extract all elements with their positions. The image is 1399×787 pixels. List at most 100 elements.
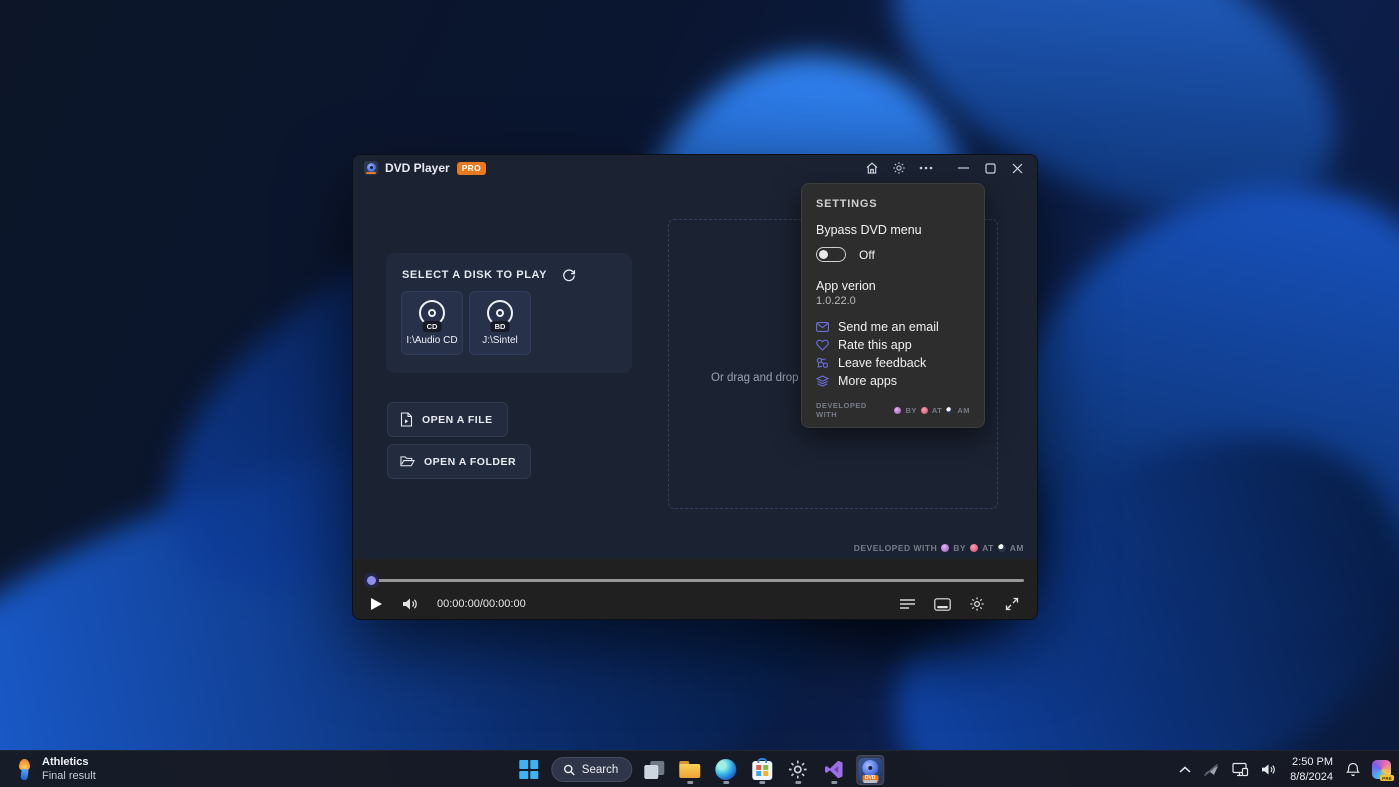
file-explorer-icon — [680, 761, 701, 778]
disk-label: I:\Audio CD — [406, 335, 457, 346]
leave-feedback-link[interactable]: Leave feedback — [816, 356, 970, 369]
copilot-icon: PRE — [1372, 760, 1391, 779]
taskbar-search[interactable]: Search — [551, 757, 632, 782]
widget-subline: Final result — [42, 770, 96, 784]
heart-emoji-icon — [894, 407, 901, 414]
player-settings-button[interactable] — [964, 591, 990, 617]
torch-icon — [16, 759, 33, 780]
settings-button[interactable] — [885, 156, 912, 180]
playback-time: 00:00:00/00:00:00 — [437, 598, 526, 610]
tray-chevron-button[interactable] — [1177, 755, 1193, 785]
close-icon — [1012, 163, 1023, 174]
clock-emoji-icon — [998, 544, 1006, 552]
open-folder-button[interactable]: OPEN A FOLDER — [387, 444, 531, 479]
flower-emoji-icon — [970, 544, 978, 552]
refresh-disks-button[interactable] — [562, 268, 576, 282]
tray-date: 8/8/2024 — [1290, 770, 1333, 784]
notifications-button[interactable] — [1344, 755, 1362, 785]
bypass-dvd-menu-label: Bypass DVD menu — [816, 223, 970, 237]
open-folder-label: OPEN A FOLDER — [424, 456, 516, 468]
dvd-player-app-icon — [364, 161, 378, 175]
play-icon — [371, 598, 382, 610]
search-label: Search — [582, 764, 618, 776]
settings-app-button[interactable] — [784, 755, 812, 785]
widgets-button[interactable]: Athletics Final result — [10, 751, 102, 787]
desktop: DVD Player PRO — [0, 0, 1399, 787]
visual-studio-icon — [824, 759, 845, 780]
disk-panel-title: SELECT A DISK TO PLAY — [402, 269, 547, 281]
dvd-player-taskbar-button[interactable]: DVD — [856, 755, 884, 785]
layers-icon — [816, 375, 829, 387]
maximize-icon — [985, 163, 996, 174]
disc-type-badge: BD — [491, 321, 510, 332]
feedback-icon — [816, 357, 829, 369]
dvd-player-window: DVD Player PRO — [352, 154, 1038, 620]
microsoft-store-button[interactable] — [748, 755, 776, 785]
playlist-button[interactable] — [894, 591, 920, 617]
slashed-plane-icon — [1203, 763, 1220, 777]
ellipsis-icon — [919, 166, 933, 170]
developed-with-footer: DEVELOPED WITH BY AT AM — [816, 401, 970, 419]
gear-icon — [969, 596, 985, 612]
app-version-label: App verion — [816, 279, 970, 293]
toggle-state-label: Off — [859, 248, 875, 262]
subtitles-icon — [934, 598, 951, 611]
clock-emoji-icon — [946, 407, 953, 414]
seek-thumb[interactable] — [364, 573, 379, 588]
bypass-dvd-toggle[interactable] — [816, 247, 846, 262]
fullscreen-button[interactable] — [999, 591, 1025, 617]
maximize-button[interactable] — [977, 156, 1004, 180]
more-apps-link[interactable]: More apps — [816, 374, 970, 387]
heart-icon — [816, 339, 829, 351]
send-email-link[interactable]: Send me an email — [816, 320, 970, 333]
disk-select-panel: SELECT A DISK TO PLAY CD I:\Audio CD — [386, 253, 632, 373]
gear-icon — [892, 161, 906, 175]
file-explorer-button[interactable] — [676, 755, 704, 785]
disk-label: J:\Sintel — [482, 335, 518, 346]
volume-button[interactable] — [397, 591, 423, 617]
flower-emoji-icon — [921, 407, 928, 414]
subtitles-button[interactable] — [929, 591, 955, 617]
refresh-icon — [562, 268, 576, 282]
cast-display-button[interactable] — [1230, 755, 1251, 785]
settings-popup: SETTINGS Bypass DVD menu Off App verion … — [801, 183, 985, 428]
minimize-button[interactable] — [950, 156, 977, 180]
open-file-button[interactable]: OPEN A FILE — [387, 402, 508, 437]
monitor-icon — [1232, 762, 1249, 777]
tray-volume-button[interactable] — [1259, 755, 1279, 785]
home-icon — [865, 161, 879, 175]
player-control-bar: 00:00:00/00:00:00 — [353, 559, 1037, 619]
edge-button[interactable] — [712, 755, 740, 785]
heart-emoji-icon — [941, 544, 949, 552]
search-icon — [563, 764, 575, 776]
play-button[interactable] — [363, 591, 389, 617]
seek-bar[interactable] — [371, 579, 1024, 582]
speaker-icon — [1261, 763, 1277, 776]
clock[interactable]: 2:50 PM 8/8/2024 — [1287, 755, 1336, 784]
start-button[interactable] — [515, 755, 543, 785]
app-version-value: 1.0.22.0 — [816, 295, 970, 307]
widget-headline: Athletics — [42, 756, 96, 770]
rate-app-link[interactable]: Rate this app — [816, 338, 970, 351]
titlebar[interactable]: DVD Player PRO — [353, 155, 1037, 181]
file-play-icon — [400, 412, 413, 427]
playlist-icon — [900, 598, 915, 610]
edge-icon — [716, 759, 737, 780]
more-button[interactable] — [912, 156, 939, 180]
settings-gear-icon — [788, 759, 809, 780]
task-view-icon — [644, 761, 664, 779]
taskbar: Athletics Final result Search — [0, 750, 1399, 787]
tray-time: 2:50 PM — [1290, 755, 1333, 769]
visual-studio-button[interactable] — [820, 755, 848, 785]
tray-status-button[interactable] — [1201, 755, 1222, 785]
disk-card-audio-cd[interactable]: CD I:\Audio CD — [401, 291, 463, 355]
task-view-button[interactable] — [640, 755, 668, 785]
copilot-button[interactable]: PRE — [1370, 755, 1393, 785]
pro-badge: PRO — [457, 162, 486, 175]
copilot-preview-badge: PRE — [1380, 775, 1394, 781]
home-button[interactable] — [858, 156, 885, 180]
close-button[interactable] — [1004, 156, 1031, 180]
disk-card-sintel[interactable]: BD J:\Sintel — [469, 291, 531, 355]
windows-logo-icon — [519, 760, 538, 779]
developed-with-footer: DEVELOPED WITH BY AT AM — [854, 543, 1024, 553]
